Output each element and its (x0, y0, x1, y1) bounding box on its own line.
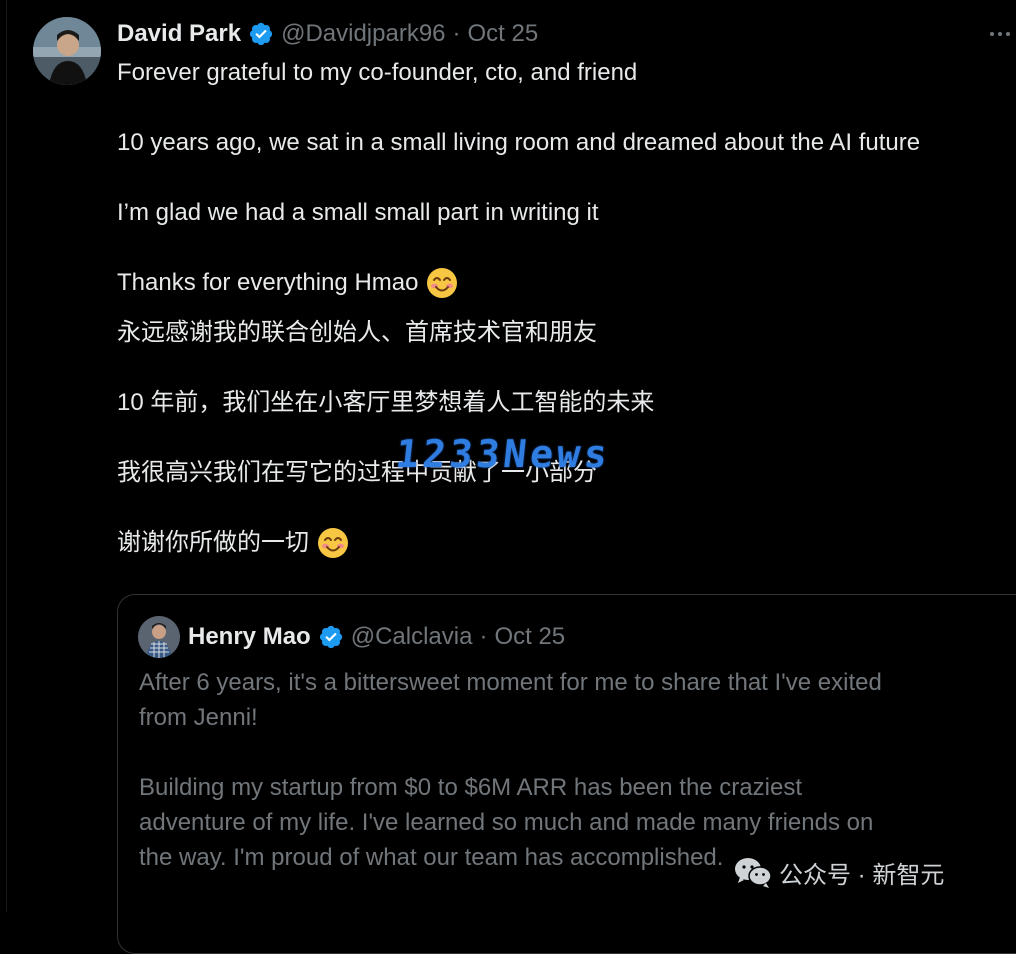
tweet[interactable]: David Park @Davidjpark96 · Oct 25 Foreve… (0, 0, 1016, 954)
quoted-text-line: adventure of my life. I've learned so mu… (139, 809, 874, 836)
quoted-author-name[interactable]: Henry Mao (188, 623, 311, 651)
tweet-date[interactable]: Oct 25 (468, 20, 539, 48)
quoted-text-line: Building my startup from $0 to $6M ARR h… (139, 774, 802, 801)
wechat-icon (733, 855, 773, 889)
smiling-face-emoji-icon (426, 267, 458, 299)
wechat-watermark: 公众号 · 新智元 (733, 852, 944, 892)
tweet-text-line: I’m glad we had a small small part in wr… (117, 199, 599, 226)
tweet-text-line: Thanks for everything Hmao (117, 267, 458, 299)
more-horizontal-icon[interactable] (990, 22, 1016, 46)
verified-badge-icon (318, 624, 344, 650)
tweet-text-line: 10 years ago, we sat in a small living r… (117, 129, 921, 156)
quoted-text-line: the way. I'm proud of what our team has … (139, 844, 724, 871)
quoted-text-line: After 6 years, it's a bittersweet moment… (139, 669, 882, 696)
smiling-face-emoji-icon (317, 527, 349, 559)
timeline-divider (6, 0, 7, 912)
tweet-text-line: Forever grateful to my co-founder, cto, … (117, 59, 638, 86)
separator-dot: · (479, 623, 488, 650)
quoted-author-handle[interactable]: @Calclavia (351, 623, 473, 651)
author-handle[interactable]: @Davidjpark96 (281, 20, 445, 48)
separator-dot: · (452, 20, 461, 47)
tweet-header: David Park @Davidjpark96 · Oct 25 (117, 14, 538, 54)
avatar[interactable] (33, 17, 101, 85)
quoted-tweet-header: Henry Mao @Calclavia · Oct 25 (188, 618, 565, 656)
quoted-text-line: from Jenni! (139, 704, 258, 731)
tweet-text-line: 谢谢你所做的一切 (117, 527, 349, 559)
quoted-tweet-date[interactable]: Oct 25 (494, 623, 565, 651)
tweet-text-line: 永远感谢我的联合创始人、首席技术官和朋友 (117, 319, 597, 346)
tweet-text-line: 10 年前，我们坐在小客厅里梦想着人工智能的未来 (117, 389, 655, 416)
watermark-text: 1233News (393, 432, 614, 476)
author-name[interactable]: David Park (117, 20, 241, 48)
quoted-avatar[interactable] (138, 616, 180, 658)
verified-badge-icon (248, 21, 274, 47)
wechat-label: 公众号 · 新智元 (779, 861, 945, 889)
